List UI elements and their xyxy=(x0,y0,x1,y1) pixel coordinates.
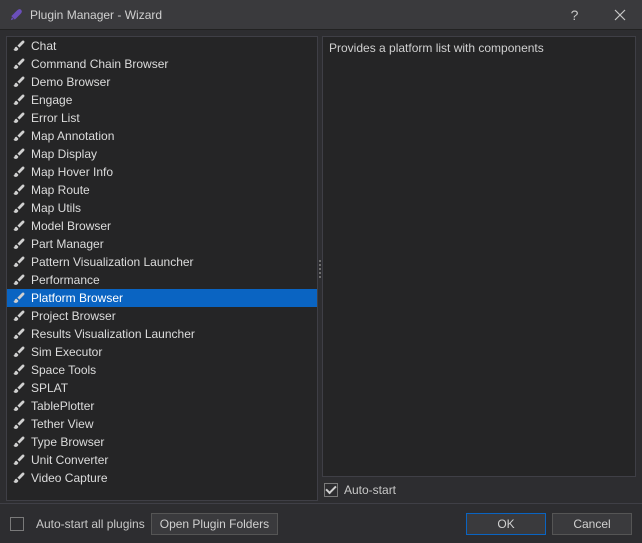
plugin-item[interactable]: Map Route xyxy=(7,181,317,199)
brush-icon xyxy=(11,110,27,126)
plugin-item[interactable]: Model Browser xyxy=(7,217,317,235)
plugin-item-label: Demo Browser xyxy=(31,75,313,89)
plugin-item[interactable]: Map Utils xyxy=(7,199,317,217)
plugin-item[interactable]: Performance xyxy=(7,271,317,289)
brush-icon xyxy=(11,398,27,414)
plugin-item-label: Chat xyxy=(31,39,313,53)
plugin-item-label: Type Browser xyxy=(31,435,313,449)
brush-icon xyxy=(11,128,27,144)
brush-icon xyxy=(11,254,27,270)
brush-icon xyxy=(11,92,27,108)
autostart-label: Auto-start xyxy=(344,483,396,497)
help-button[interactable]: ? xyxy=(552,0,597,30)
plugin-item-label: TablePlotter xyxy=(31,399,313,413)
plugin-item-label: Sim Executor xyxy=(31,345,313,359)
brush-icon xyxy=(11,182,27,198)
plugin-item-label: Map Annotation xyxy=(31,129,313,143)
plugin-item-label: Part Manager xyxy=(31,237,313,251)
plugin-item-label: Map Utils xyxy=(31,201,313,215)
plugin-item[interactable]: Engage xyxy=(7,91,317,109)
title-bar: Plugin Manager - Wizard ? xyxy=(0,0,642,30)
brush-icon xyxy=(11,164,27,180)
plugin-item[interactable]: Tether View xyxy=(7,415,317,433)
plugin-item-label: Map Hover Info xyxy=(31,165,313,179)
ok-button[interactable]: OK xyxy=(466,513,546,535)
brush-icon xyxy=(11,74,27,90)
plugin-item-label: Engage xyxy=(31,93,313,107)
brush-icon xyxy=(11,434,27,450)
brush-icon xyxy=(11,308,27,324)
plugin-item[interactable]: Results Visualization Launcher xyxy=(7,325,317,343)
plugin-item-label: Error List xyxy=(31,111,313,125)
brush-icon xyxy=(11,218,27,234)
brush-icon xyxy=(11,272,27,288)
plugin-item[interactable]: Map Display xyxy=(7,145,317,163)
plugin-item[interactable]: Space Tools xyxy=(7,361,317,379)
plugin-item[interactable]: Part Manager xyxy=(7,235,317,253)
plugin-item[interactable]: Map Hover Info xyxy=(7,163,317,181)
plugin-item-label: Platform Browser xyxy=(31,291,313,305)
brush-icon xyxy=(11,416,27,432)
close-button[interactable] xyxy=(597,0,642,30)
plugin-item[interactable]: Project Browser xyxy=(7,307,317,325)
plugin-item-label: Map Route xyxy=(31,183,313,197)
detail-pane: Provides a platform list with components… xyxy=(322,36,636,501)
cancel-button[interactable]: Cancel xyxy=(552,513,632,535)
plugin-list[interactable]: Chat Command Chain Browser Demo Browser Eng… xyxy=(6,36,318,501)
brush-icon xyxy=(11,38,27,54)
plugin-item-label: SPLAT xyxy=(31,381,313,395)
brush-icon xyxy=(11,326,27,342)
plugin-item-label: Unit Converter xyxy=(31,453,313,467)
window-title: Plugin Manager - Wizard xyxy=(30,8,162,22)
plugin-item[interactable]: Sim Executor xyxy=(7,343,317,361)
plugin-item[interactable]: Demo Browser xyxy=(7,73,317,91)
plugin-item[interactable]: Unit Converter xyxy=(7,451,317,469)
footer: Auto-start all plugins Open Plugin Folde… xyxy=(0,503,642,543)
brush-icon xyxy=(11,56,27,72)
plugin-item-label: Results Visualization Launcher xyxy=(31,327,313,341)
brush-icon xyxy=(11,362,27,378)
plugin-item-label: Video Capture xyxy=(31,471,313,485)
brush-icon xyxy=(11,236,27,252)
plugin-item[interactable]: Pattern Visualization Launcher xyxy=(7,253,317,271)
brush-icon xyxy=(11,470,27,486)
plugin-item[interactable]: Type Browser xyxy=(7,433,317,451)
autostart-row: Auto-start xyxy=(322,477,636,501)
brush-icon xyxy=(11,290,27,306)
brush-icon xyxy=(11,344,27,360)
plugin-item-label: Command Chain Browser xyxy=(31,57,313,71)
autostart-all-label: Auto-start all plugins xyxy=(36,517,145,531)
brush-icon xyxy=(11,200,27,216)
plugin-item[interactable]: Video Capture xyxy=(7,469,317,487)
plugin-item[interactable]: Platform Browser xyxy=(7,289,317,307)
autostart-checkbox[interactable] xyxy=(324,483,338,497)
plugin-item-label: Model Browser xyxy=(31,219,313,233)
autostart-all-checkbox[interactable] xyxy=(10,517,24,531)
plugin-item-label: Space Tools xyxy=(31,363,313,377)
plugin-description: Provides a platform list with components xyxy=(322,36,636,477)
brush-icon xyxy=(11,380,27,396)
plugin-item[interactable]: Error List xyxy=(7,109,317,127)
brush-icon xyxy=(11,146,27,162)
splitter-handle[interactable] xyxy=(318,249,322,289)
app-icon xyxy=(8,7,24,23)
plugin-item-label: Performance xyxy=(31,273,313,287)
brush-icon xyxy=(11,452,27,468)
dialog-body: Chat Command Chain Browser Demo Browser Eng… xyxy=(0,30,642,503)
plugin-item[interactable]: Command Chain Browser xyxy=(7,55,317,73)
plugin-item-label: Map Display xyxy=(31,147,313,161)
plugin-item[interactable]: Map Annotation xyxy=(7,127,317,145)
plugin-item[interactable]: SPLAT xyxy=(7,379,317,397)
plugin-item[interactable]: TablePlotter xyxy=(7,397,317,415)
plugin-item[interactable]: Chat xyxy=(7,37,317,55)
plugin-item-label: Project Browser xyxy=(31,309,313,323)
plugin-item-label: Tether View xyxy=(31,417,313,431)
open-plugin-folders-button[interactable]: Open Plugin Folders xyxy=(151,513,278,535)
plugin-item-label: Pattern Visualization Launcher xyxy=(31,255,313,269)
